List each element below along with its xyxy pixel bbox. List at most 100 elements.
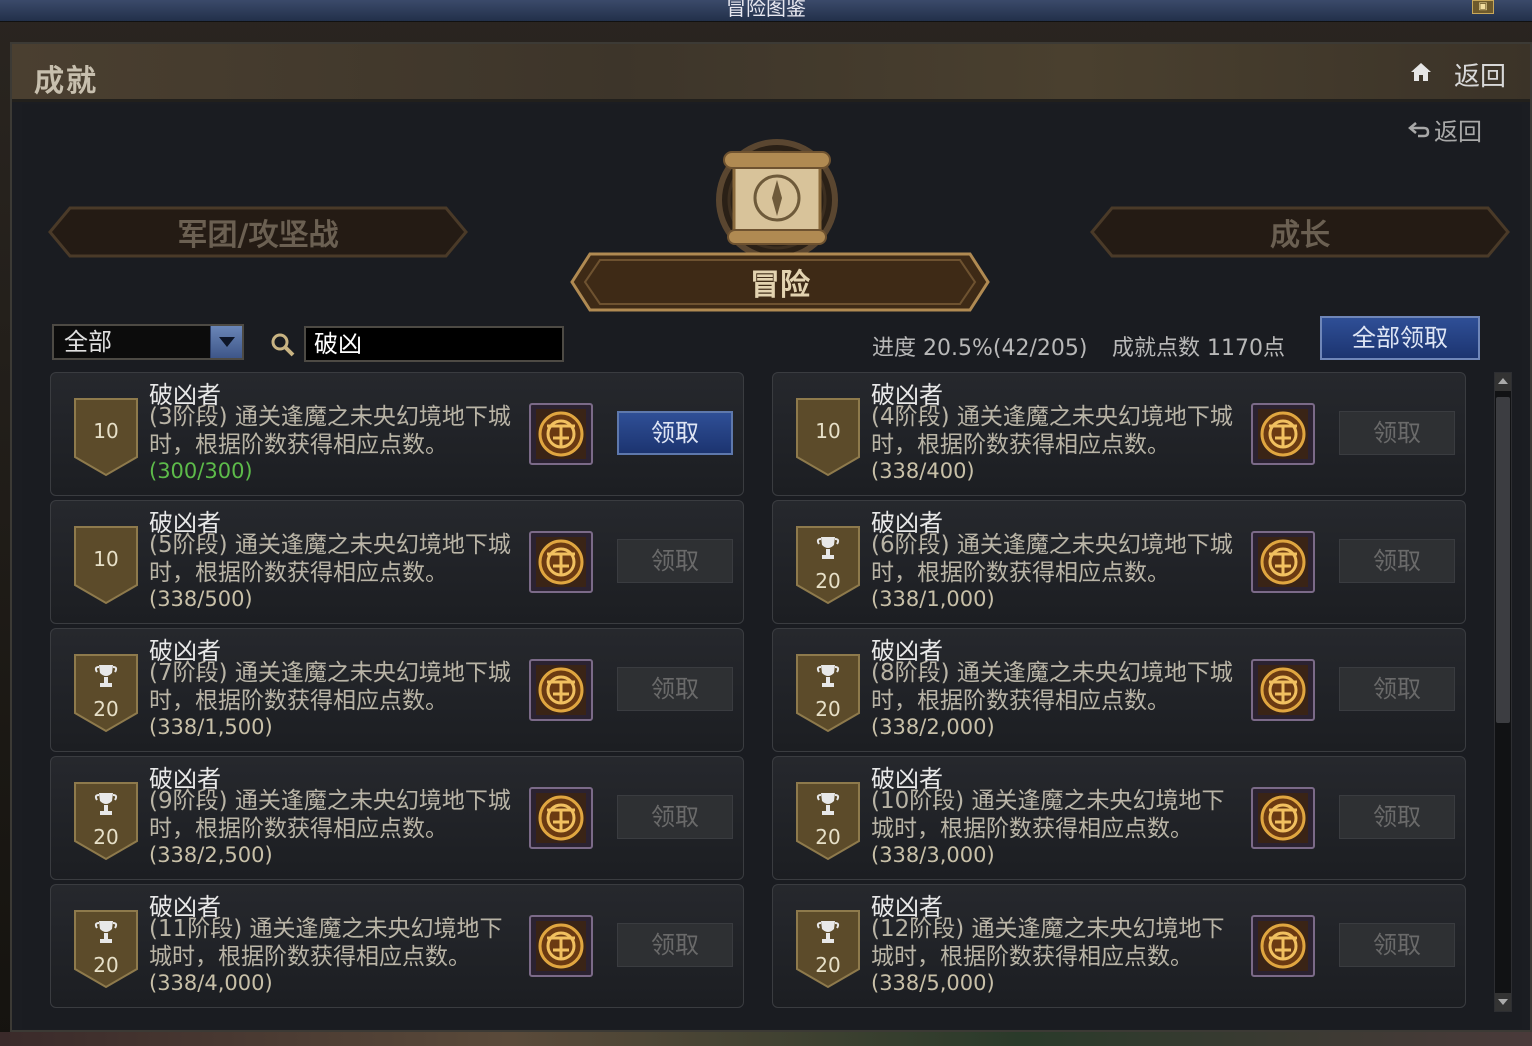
achievement-progress: (338/4,000) [149,971,273,995]
achievement-emblem-icon [536,537,586,587]
search-icon [271,333,295,357]
list-scrollbar[interactable] [1494,372,1512,1012]
points-badge: 10 [795,397,861,477]
achievement-description: (3阶段) 通关逢魔之未央幻境地下城时，根据阶数获得相应点数。 [149,404,511,458]
background-strip [0,1032,1532,1046]
claim-button[interactable]: 领取 [1339,923,1455,967]
achievement-progress: (338/400) [871,459,975,483]
achievement-list: 10 破凶者 (3阶段) 通关逢魔之未央幻境地下城时，根据阶数获得相应点数。 (… [50,372,1490,1012]
achievement-progress: (338/1,000) [871,587,995,611]
achievement-progress: (338/2,000) [871,715,995,739]
page-title: 成就 [34,64,98,99]
scroll-up-icon[interactable] [1495,373,1511,391]
tab-growth-label: 成长 [1270,218,1330,253]
points-badge-value: 20 [93,825,119,849]
achievement-description: (8阶段) 通关逢魔之未央幻境地下城时，根据阶数获得相应点数。 [871,660,1233,714]
points-badge: 20 [73,653,139,733]
points-badge-value: 20 [815,825,841,849]
claim-button[interactable]: 领取 [617,411,733,455]
claim-button[interactable]: 领取 [1339,539,1455,583]
achievement-progress: (338/500) [149,587,253,611]
sub-back-button[interactable]: 返回 [1408,112,1482,147]
achievement-description: (9阶段) 通关逢魔之未央幻境地下城时，根据阶数获得相应点数。 [149,788,511,842]
points-badge: 10 [73,525,139,605]
achievement-progress: (338/2,500) [149,843,273,867]
reward-slot[interactable] [529,915,593,977]
reward-slot[interactable] [1251,787,1315,849]
tab-legion-siege-label: 军团/攻坚战 [177,218,339,253]
achievement-card: 20 破凶者 (6阶段) 通关逢魔之未央幻境地下城时，根据阶数获得相应点数。 (… [772,500,1466,624]
points-badge-value: 10 [815,419,841,443]
reward-slot[interactable] [1251,915,1315,977]
achievement-emblem-icon [1258,409,1308,459]
claim-all-button[interactable]: 全部领取 [1320,316,1480,360]
points-badge: 20 [795,909,861,989]
points-badge: 20 [73,909,139,989]
scroll-down-icon[interactable] [1495,993,1511,1011]
reward-slot[interactable] [529,787,593,849]
achievement-emblem-icon [1258,665,1308,715]
achievement-description: (7阶段) 通关逢魔之未央幻境地下城时，根据阶数获得相应点数。 [149,660,511,714]
scroll-thumb[interactable] [1496,397,1510,723]
points-badge: 20 [795,653,861,733]
trophy-icon [94,921,118,943]
trophy-icon [816,921,840,943]
points-badge: 20 [795,781,861,861]
achievement-card: 10 破凶者 (5阶段) 通关逢魔之未央幻境地下城时，根据阶数获得相应点数。 (… [50,500,744,624]
achievement-card: 20 破凶者 (8阶段) 通关逢魔之未央幻境地下城时，根据阶数获得相应点数。 (… [772,628,1466,752]
achievement-points-text: 成就点数 1170点 [1112,336,1285,361]
achievement-description: (5阶段) 通关逢魔之未央幻境地下城时，根据阶数获得相应点数。 [149,532,511,586]
trophy-icon [816,537,840,559]
claim-button[interactable]: 领取 [1339,667,1455,711]
scroll-compass-icon [716,139,838,260]
trophy-icon [94,793,118,815]
chevron-down-icon[interactable] [210,326,242,358]
tab-legion-siege[interactable]: 军团/攻坚战 [48,206,468,258]
claim-button[interactable]: 领取 [617,795,733,839]
points-badge: 20 [73,781,139,861]
points-badge-value: 20 [815,953,841,977]
reward-slot[interactable] [529,403,593,465]
points-badge-value: 10 [93,547,119,571]
category-dropdown[interactable]: 全部 [52,324,244,360]
tab-growth[interactable]: 成长 [1090,206,1510,258]
achievement-progress: (338/1,500) [149,715,273,739]
achievement-card: 20 破凶者 (10阶段) 通关逢魔之未央幻境地下城时，根据阶数获得相应点数。 … [772,756,1466,880]
main-panel: 返回 军团/攻坚战 成长 冒险 全部 破凶 进度 20.5%(42/205) 成… [22,104,1522,1029]
achievement-card: 20 破凶者 (7阶段) 通关逢魔之未央幻境地下城时，根据阶数获得相应点数。 (… [50,628,744,752]
reward-slot[interactable] [529,659,593,721]
achievement-emblem-icon [1258,921,1308,971]
home-icon[interactable] [1410,62,1432,82]
claim-button[interactable]: 领取 [617,667,733,711]
points-badge: 20 [795,525,861,605]
achievement-emblem-icon [536,921,586,971]
achievement-emblem-icon [536,409,586,459]
points-badge-value: 20 [93,697,119,721]
achievement-card: 20 破凶者 (9阶段) 通关逢魔之未央幻境地下城时，根据阶数获得相应点数。 (… [50,756,744,880]
sub-back-label: 返回 [1434,118,1482,146]
reward-slot[interactable] [1251,531,1315,593]
claim-button[interactable]: 领取 [617,539,733,583]
search-input[interactable]: 破凶 [304,326,564,362]
points-badge: 10 [73,397,139,477]
achievement-progress: (338/3,000) [871,843,995,867]
reward-slot[interactable] [1251,403,1315,465]
claim-button[interactable]: 领取 [617,923,733,967]
window-control-button[interactable]: ▣ [1472,0,1494,14]
tab-adventure[interactable]: 冒险 [570,252,990,312]
achievement-card: 10 破凶者 (4阶段) 通关逢魔之未央幻境地下城时，根据阶数获得相应点数。 (… [772,372,1466,496]
achievement-emblem-icon [536,665,586,715]
achievement-progress: (338/5,000) [871,971,995,995]
achievement-card: 10 破凶者 (3阶段) 通关逢魔之未央幻境地下城时，根据阶数获得相应点数。 (… [50,372,744,496]
reward-slot[interactable] [529,531,593,593]
claim-button[interactable]: 领取 [1339,795,1455,839]
achievement-window: 成就 返回 返回 军团/攻坚战 成长 冒险 全部 破凶 进度 20.5%(42/… [10,42,1532,1032]
achievement-emblem-icon [1258,793,1308,843]
points-badge-value: 10 [93,419,119,443]
reward-slot[interactable] [1251,659,1315,721]
achievement-description: (11阶段) 通关逢魔之未央幻境地下城时，根据阶数获得相应点数。 [149,916,503,970]
achievement-emblem-icon [1258,537,1308,587]
points-badge-value: 20 [815,697,841,721]
claim-button[interactable]: 领取 [1339,411,1455,455]
header-back-button[interactable]: 返回 [1454,56,1506,93]
